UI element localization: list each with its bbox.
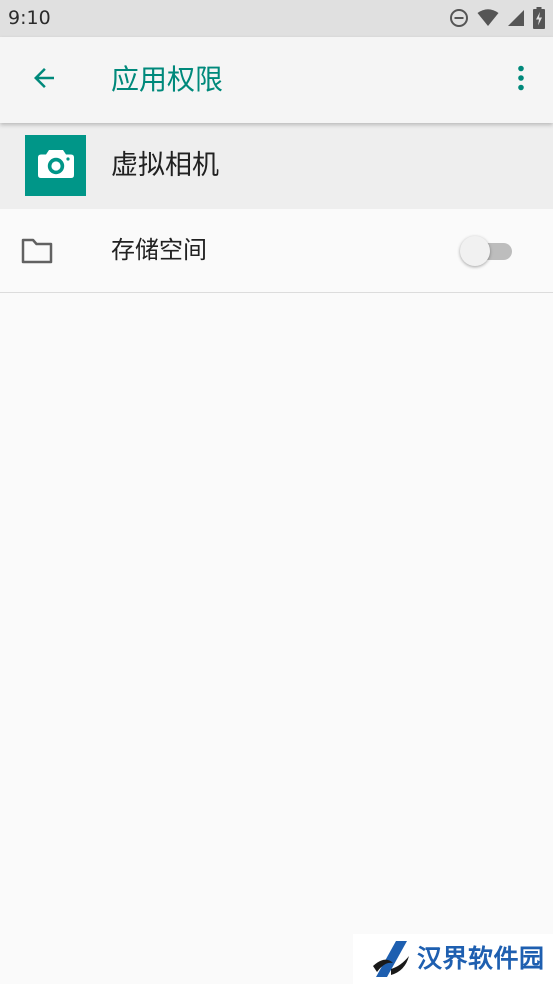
status-icons	[449, 7, 545, 29]
camera-icon	[37, 148, 75, 184]
arrow-back-icon	[29, 63, 59, 97]
wifi-icon	[477, 9, 499, 27]
app-icon	[25, 135, 86, 196]
storage-permission-switch[interactable]	[460, 235, 514, 267]
battery-charging-icon	[533, 7, 545, 29]
permission-label: 存储空间	[111, 236, 207, 264]
switch-thumb	[460, 236, 490, 266]
watermark-text: 汉界软件园	[417, 944, 545, 973]
app-bar: 应用权限	[0, 37, 553, 123]
status-time: 9:10	[8, 7, 51, 29]
status-bar: 9:10	[0, 0, 553, 37]
more-vert-icon	[517, 65, 525, 95]
watermark-logo	[371, 939, 411, 979]
permission-row-storage[interactable]: 存储空间	[0, 209, 553, 293]
watermark: 汉界软件园	[353, 934, 553, 984]
app-header: 虚拟相机	[0, 123, 553, 209]
back-button[interactable]	[22, 58, 66, 102]
cell-signal-icon	[507, 9, 525, 27]
more-options-button[interactable]	[503, 58, 539, 102]
do-not-disturb-icon	[449, 8, 469, 28]
page-title: 应用权限	[111, 63, 224, 96]
app-name: 虚拟相机	[111, 150, 219, 181]
folder-icon	[20, 237, 54, 265]
